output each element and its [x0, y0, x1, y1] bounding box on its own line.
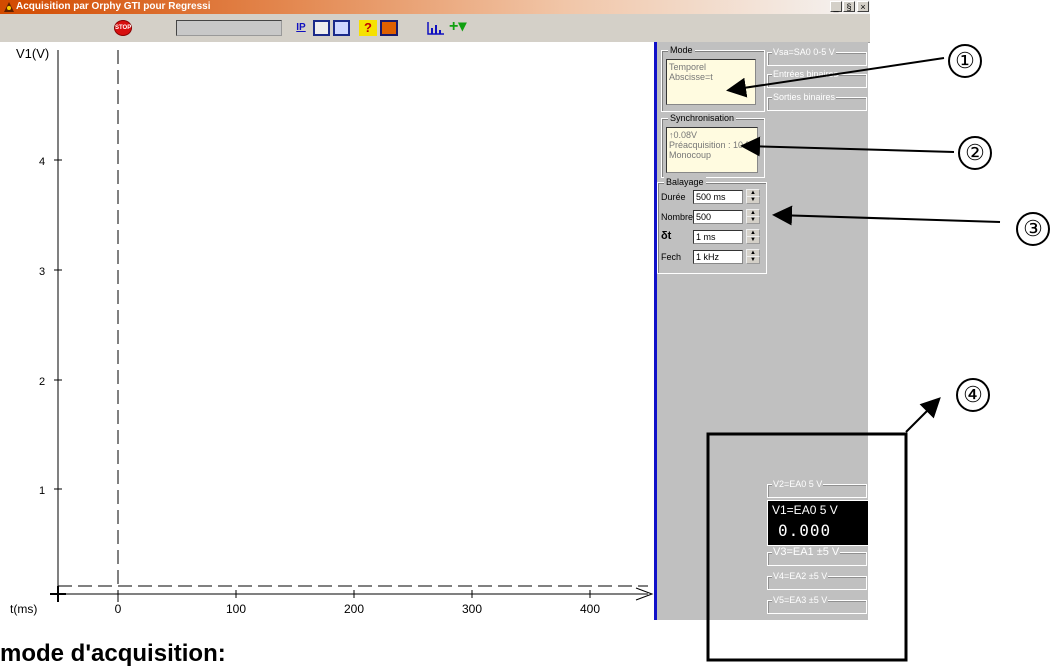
annotation-arrow-4 — [905, 397, 941, 433]
annotation-badge-1: ① — [948, 44, 982, 78]
caption-text: mode d'acquisition: — [0, 640, 226, 667]
annotation-badge-3: ③ — [1016, 212, 1050, 246]
annotation-arrow-3 — [772, 205, 1001, 226]
annotation-box-4 — [706, 432, 908, 662]
annotation-arrow-1 — [726, 57, 945, 98]
annotation-badge-2: ② — [958, 136, 992, 170]
annotation-badge-4: ④ — [956, 378, 990, 412]
annotation-overlay — [706, 57, 1001, 662]
annotation-arrow-2 — [740, 136, 955, 157]
